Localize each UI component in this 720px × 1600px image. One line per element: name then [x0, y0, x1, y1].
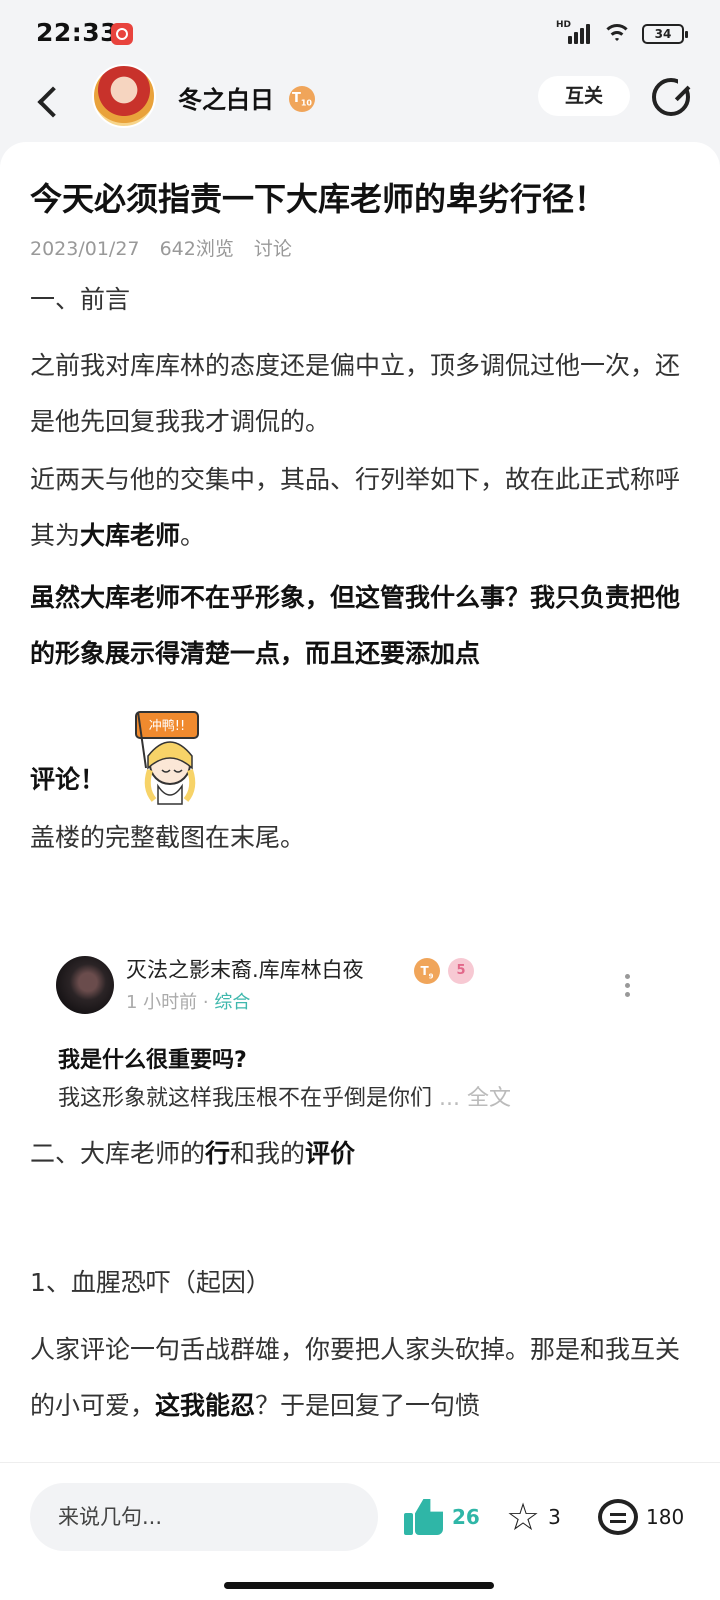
section-heading: 二、大库老师的行和我的评价: [30, 1139, 356, 1168]
cheer-sticker-image: 冲鸭!!: [135, 711, 199, 805]
like-button[interactable]: 26: [404, 1499, 480, 1535]
commenter-name[interactable]: 灭法之影末裔.库库林白夜: [126, 954, 364, 984]
share-icon[interactable]: [652, 76, 692, 116]
status-bar: 22:33 HD 34: [0, 0, 720, 70]
comment-icon: [598, 1499, 638, 1535]
paragraph: 人家评论一句舌战群雄，你要把人家头砍掉。那是和我互关的小可爱，这我能忍？于是回复…: [30, 1335, 681, 1420]
paragraph: 近两天与他的交集中，其品、行列举如下，故在此正式称呼其为大库老师。: [30, 465, 681, 550]
comment-input[interactable]: 来说几句...: [30, 1483, 378, 1551]
star-icon: ☆: [506, 1495, 541, 1539]
status-icons: HD 34: [556, 20, 688, 46]
comment-question: 我是什么很重要吗?: [58, 1048, 247, 1073]
comment-count: 180: [646, 1505, 685, 1529]
back-button[interactable]: [30, 82, 70, 122]
battery-icon: 34: [642, 24, 688, 44]
read-full-link[interactable]: ... 全文: [439, 1086, 511, 1111]
comment-time: 1 小时前 · 综合: [126, 992, 251, 1013]
commenter-medal-badge: 5: [448, 958, 474, 984]
post-category[interactable]: 讨论: [254, 238, 292, 260]
thumbs-up-icon: [404, 1499, 444, 1535]
comment-text: 我这形象就这样我压根不在乎倒是你们 ... 全文: [58, 1086, 511, 1111]
level-badge: T10: [289, 86, 315, 112]
quoted-comment[interactable]: 灭法之影末裔.库库林白夜 T9 5 1 小时前 · 综合 我是什么很重要吗? 我…: [0, 942, 720, 1122]
status-time: 22:33: [36, 18, 119, 47]
comment-category[interactable]: 综合: [214, 992, 250, 1013]
paragraph: 之前我对库库林的态度还是偏中立，顶多调侃过他一次，还是他先回复我我才调侃的。: [30, 351, 681, 436]
home-indicator[interactable]: [224, 1582, 494, 1589]
more-options-icon[interactable]: [622, 974, 632, 1004]
author-avatar[interactable]: [92, 64, 156, 128]
post-title: 今天必须指责一下大库老师的卑劣行径！: [30, 180, 607, 218]
bold-paragraph: 虽然大库老师不在乎形象，但这管我什么事？我只负责把他的形象展示得清楚一点，而且还…: [30, 583, 681, 668]
post-views: 642浏览: [159, 238, 234, 260]
commenter-level-badge: T9: [414, 958, 440, 984]
section-heading: 一、前言: [30, 285, 131, 314]
author-name[interactable]: 冬之白日: [178, 80, 274, 115]
bottom-action-bar: 来说几句... 26 ☆ 3 180: [0, 1462, 720, 1600]
post-header: 冬之白日 T10 互关: [0, 64, 720, 138]
svg-text:冲鸭!!: 冲鸭!!: [149, 719, 185, 734]
sub-heading: 1、血腥恐吓（起因）: [30, 1268, 271, 1297]
signal-icon: HD: [556, 20, 592, 46]
favorite-count: 3: [548, 1505, 561, 1529]
commenter-avatar[interactable]: [56, 956, 114, 1014]
post-meta: 2023/01/27 642浏览 讨论: [30, 234, 306, 261]
app-notification-icon: [111, 23, 133, 45]
paragraph: 盖楼的完整截图在末尾。: [30, 823, 306, 852]
favorite-button[interactable]: ☆ 3: [506, 1495, 561, 1539]
comment-button[interactable]: 180: [598, 1499, 684, 1535]
like-count: 26: [452, 1505, 480, 1529]
follow-button[interactable]: 互关: [538, 76, 630, 116]
post-card: 今天必须指责一下大库老师的卑劣行径！ 2023/01/27 642浏览 讨论 一…: [0, 142, 720, 1462]
wifi-icon: [602, 22, 632, 46]
post-date: 2023/01/27: [30, 238, 140, 260]
